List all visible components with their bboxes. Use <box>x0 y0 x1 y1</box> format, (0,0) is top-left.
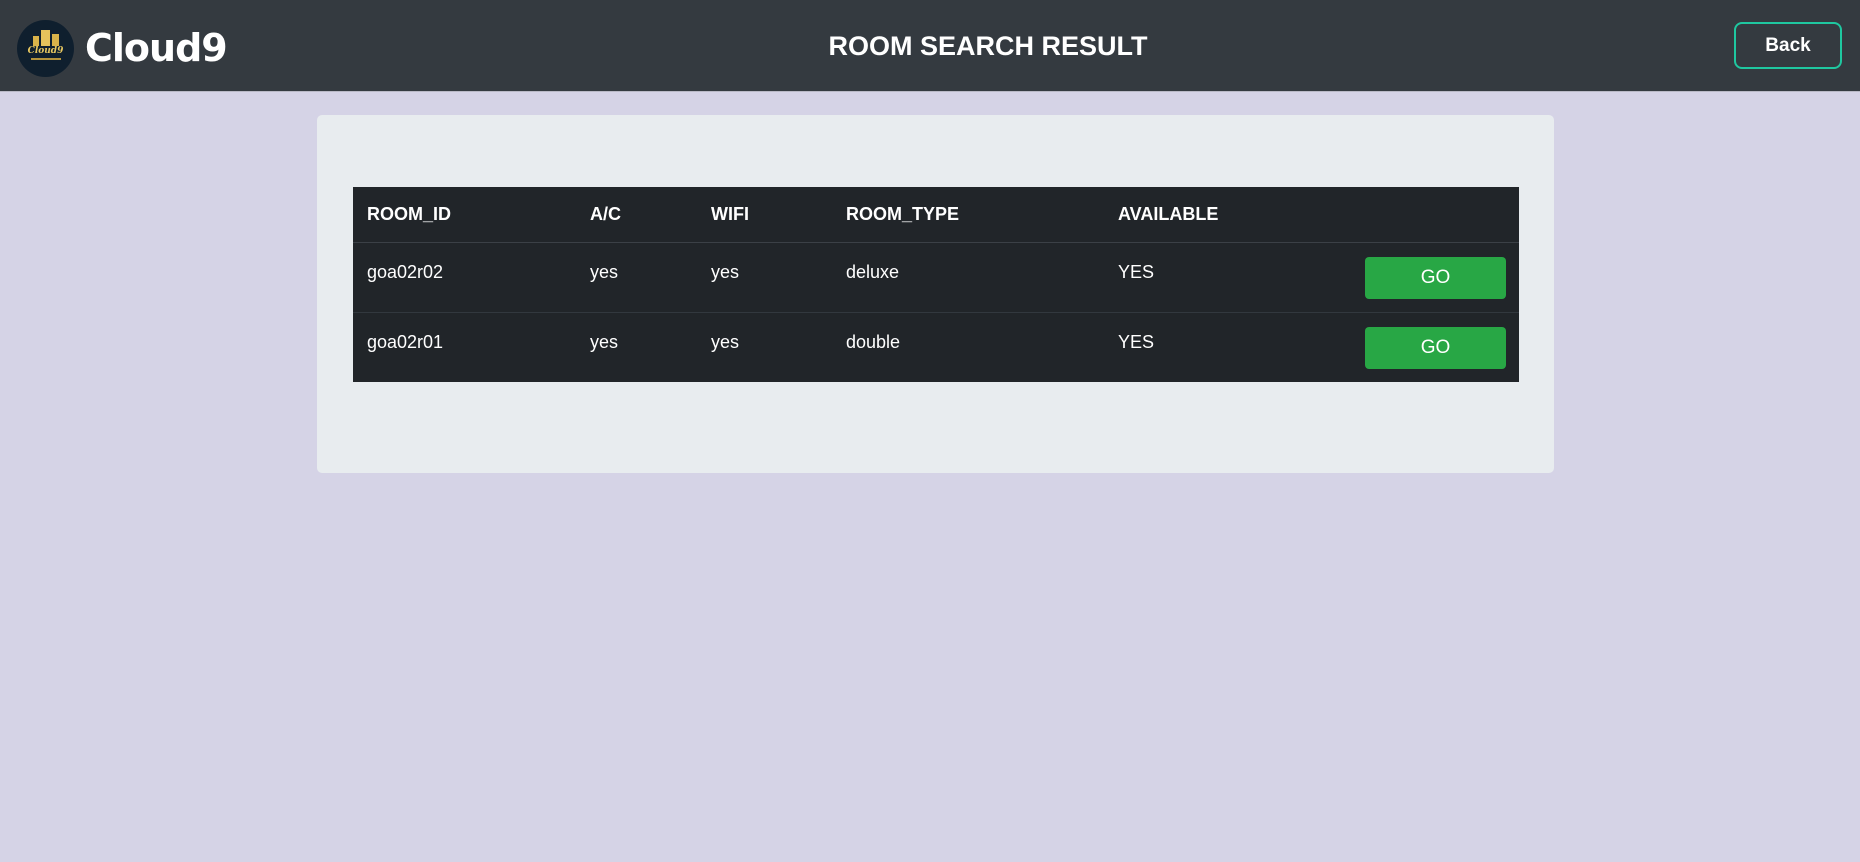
cell-available: YES <box>1118 331 1155 352</box>
column-header-action <box>1349 187 1519 243</box>
table-row: goa02r02 yes yes deluxe YES GO <box>353 242 1519 313</box>
results-panel: ROOM_ID A/C WIFI ROOM_TYPE AVAILABLE goa… <box>317 115 1554 473</box>
cell-ac: yes <box>590 331 619 352</box>
column-header-ac: A/C <box>576 187 697 243</box>
column-header-available: AVAILABLE <box>1104 187 1349 243</box>
column-header-wifi: WIFI <box>697 187 832 243</box>
cell-room-type: deluxe <box>832 242 1104 313</box>
cell-ac: yes <box>576 242 697 313</box>
cell-available: YES <box>1104 242 1349 313</box>
column-header-room-type: ROOM_TYPE <box>832 187 1104 243</box>
table-row: goa02r01 yes yes double YES GO <box>353 312 1519 382</box>
room-results-table: ROOM_ID A/C WIFI ROOM_TYPE AVAILABLE goa… <box>353 187 1519 382</box>
cell-wifi: yes <box>711 331 740 352</box>
page-title: ROOM SEARCH RESULT <box>828 30 1148 61</box>
column-header-room-id: ROOM_ID <box>353 187 576 243</box>
cell-action: GO <box>1349 242 1519 313</box>
go-button[interactable]: GO <box>1365 326 1506 369</box>
go-button[interactable]: GO <box>1365 256 1506 299</box>
cell-room-type: double <box>846 331 901 352</box>
table-header-row: ROOM_ID A/C WIFI ROOM_TYPE AVAILABLE <box>353 187 1519 243</box>
navbar: Cloud9 Cloud9 ROOM SEARCH RESULT Back <box>0 0 1860 92</box>
back-button[interactable]: Back <box>1734 22 1842 69</box>
cell-wifi: yes <box>697 242 832 313</box>
cell-room-id: goa02r02 <box>353 242 576 313</box>
cell-action: GO <box>1349 312 1519 382</box>
cell-room-id: goa02r01 <box>367 331 444 352</box>
